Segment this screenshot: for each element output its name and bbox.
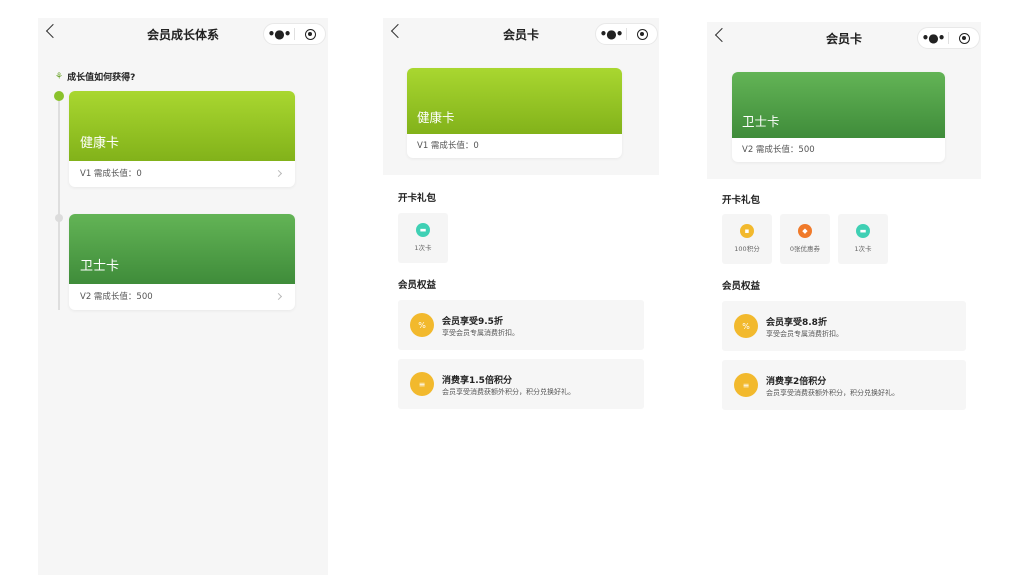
member-card: 健康卡 V1 需成长值：0 (407, 68, 622, 158)
mini-program-capsule: •●• (917, 27, 980, 49)
card-name: 卫士卡 (742, 114, 780, 129)
chevron-right-icon (274, 292, 283, 301)
chevron-right-icon (274, 169, 283, 178)
benefit-title: 消费享2倍积分 (766, 377, 827, 387)
benefits-section-title: 会员权益 (398, 280, 437, 291)
gift-label: 100积分 (734, 245, 760, 253)
card-face: 健康卡 (69, 91, 295, 161)
benefit-desc: 享受会员专属消费折扣。 (766, 330, 843, 338)
growth-how-label: 成长值如何获得? (67, 73, 136, 83)
points-icon: ▪ (740, 224, 754, 238)
gift-item[interactable]: ▬ 1次卡 (838, 214, 888, 264)
more-icon[interactable]: •●• (264, 24, 294, 44)
coins-icon: ≡ (734, 373, 758, 397)
level-card-health[interactable]: 健康卡 V1 需成长值：0 (69, 91, 295, 187)
sprout-icon: ⚘ (55, 71, 64, 82)
nav-bar: 会员卡 •●• (707, 22, 981, 54)
nav-bar: 会员成长体系 •●• (38, 18, 328, 50)
benefit-item: % 会员享受8.8折 享受会员专属消费折扣。 (722, 301, 966, 351)
percent-icon: % (410, 313, 434, 337)
benefits-section-title: 会员权益 (722, 281, 761, 292)
gift-label: 1次卡 (854, 245, 872, 253)
level-card-guard[interactable]: 卫士卡 V2 需成长值：500 (69, 214, 295, 310)
card-icon: ▬ (856, 224, 870, 238)
benefit-item: ≡ 消费享1.5倍积分 会员享受消费获额外积分，积分兑换好礼。 (398, 359, 644, 409)
card-face: 卫士卡 (69, 214, 295, 284)
card-footer: V1 需成长值：0 (69, 161, 295, 187)
coupon-icon: ◆ (798, 224, 812, 238)
benefit-title: 消费享1.5倍积分 (442, 376, 512, 386)
level-requirement: V2 需成长值：500 (80, 292, 153, 302)
card-icon: ▬ (416, 223, 430, 237)
more-icon[interactable]: •●• (918, 28, 948, 48)
member-card: 卫士卡 V2 需成长值：500 (732, 72, 945, 162)
gift-item[interactable]: ▪ 100积分 (722, 214, 772, 264)
card-face: 卫士卡 (732, 72, 945, 138)
percent-icon: % (734, 314, 758, 338)
gift-label: 1次卡 (414, 244, 432, 252)
benefit-title: 会员享受9.5折 (442, 317, 503, 327)
card-name: 卫士卡 (80, 259, 120, 274)
member-card-screen-guard: 会员卡 •●• 卫士卡 V2 需成长值：500 开卡礼包 ▪ 100积分 ◆ 0… (707, 22, 981, 579)
gift-section-title: 开卡礼包 (722, 195, 761, 206)
close-target-icon[interactable] (627, 24, 657, 44)
benefit-desc: 会员享受消费获额外积分，积分兑换好礼。 (442, 388, 575, 396)
timeline-line (58, 96, 60, 310)
card-hero: 会员卡 •●• 健康卡 V1 需成长值：0 (383, 18, 659, 175)
card-name: 健康卡 (417, 110, 455, 125)
level-requirement: V2 需成长值：500 (742, 145, 815, 155)
timeline-dot-active (54, 91, 64, 101)
benefit-item: % 会员享受9.5折 享受会员专属消费折扣。 (398, 300, 644, 350)
gift-item[interactable]: ◆ 0张优惠券 (780, 214, 830, 264)
growth-how-heading[interactable]: ⚘ 成长值如何获得? (55, 70, 136, 84)
mini-program-capsule: •●• (595, 23, 658, 45)
benefit-desc: 会员享受消费获额外积分，积分兑换好礼。 (766, 389, 899, 397)
gift-label: 0张优惠券 (789, 245, 821, 253)
nav-bar: 会员卡 •●• (383, 18, 659, 50)
more-icon[interactable]: •●• (596, 24, 626, 44)
level-requirement: V1 需成长值：0 (80, 169, 142, 179)
level-requirement: V1 需成长值：0 (417, 141, 479, 151)
growth-system-screen: 会员成长体系 •●• ⚘ 成长值如何获得? 健康卡 V1 需成长值：0 卫士卡 … (38, 18, 328, 575)
close-target-icon[interactable] (295, 24, 325, 44)
card-name: 健康卡 (80, 136, 120, 151)
timeline-dot-inactive (55, 214, 63, 222)
card-face: 健康卡 (407, 68, 622, 134)
close-target-icon[interactable] (949, 28, 979, 48)
benefit-item: ≡ 消费享2倍积分 会员享受消费获额外积分，积分兑换好礼。 (722, 360, 966, 410)
benefit-desc: 享受会员专属消费折扣。 (442, 329, 519, 337)
coins-icon: ≡ (410, 372, 434, 396)
gift-item[interactable]: ▬ 1次卡 (398, 213, 448, 263)
card-hero: 会员卡 •●• 卫士卡 V2 需成长值：500 (707, 22, 981, 179)
member-card-screen-health: 会员卡 •●• 健康卡 V1 需成长值：0 开卡礼包 ▬ 1次卡 会员权益 % … (383, 18, 659, 575)
benefit-title: 会员享受8.8折 (766, 318, 827, 328)
card-footer: V2 需成长值：500 (69, 284, 295, 310)
mini-program-capsule: •●• (263, 23, 326, 45)
gift-section-title: 开卡礼包 (398, 193, 437, 204)
